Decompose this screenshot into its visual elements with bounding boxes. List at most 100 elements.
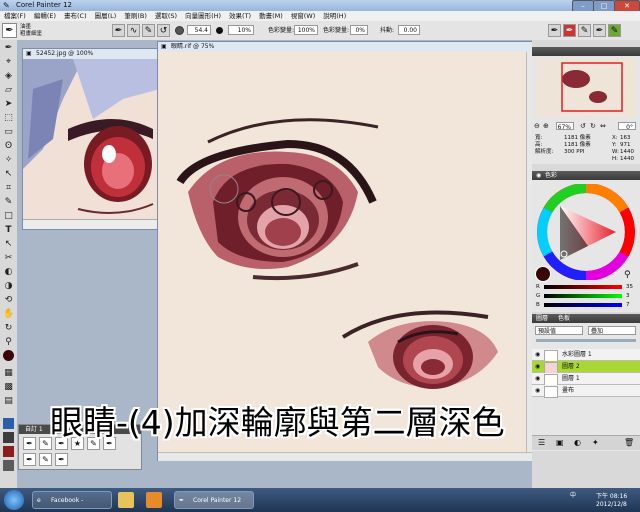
drawing-canvas[interactable] xyxy=(158,52,526,452)
opacity-slider[interactable] xyxy=(536,339,636,342)
scissors-icon[interactable]: ✂ xyxy=(3,253,14,264)
b-value[interactable]: 7 xyxy=(626,302,630,308)
eraser-icon[interactable]: ▱ xyxy=(3,85,14,96)
transform-icon[interactable]: ⬚ xyxy=(3,113,14,124)
grabber-icon[interactable]: ✋ xyxy=(3,309,14,320)
quick-brush-3-icon[interactable]: ✎ xyxy=(578,24,591,37)
weaving-selector-icon[interactable] xyxy=(3,446,14,457)
reference-scrollbar[interactable] xyxy=(23,219,160,229)
pen-icon[interactable]: ✎ xyxy=(142,24,155,37)
color-panel-header[interactable]: ◉ 色彩 xyxy=(532,171,640,180)
layer-adjuster-icon[interactable]: ➤ xyxy=(3,99,14,110)
b-slider[interactable] xyxy=(544,303,622,307)
color-variability-field[interactable]: 100% xyxy=(294,25,318,35)
flip-icon[interactable]: ⇔ xyxy=(600,122,606,130)
pattern-selector-icon[interactable]: ▩ xyxy=(3,382,14,393)
menu-select[interactable]: 選取(S) xyxy=(151,11,181,21)
task-facebook[interactable]: e Facebook - xyxy=(32,491,112,509)
brush-tool-icon[interactable]: ✒ xyxy=(3,43,14,54)
image-hose-icon[interactable] xyxy=(3,460,14,471)
brush-preset-9-icon[interactable]: ✒ xyxy=(55,453,68,466)
magnifier-icon[interactable]: ⚲ xyxy=(3,337,14,348)
quick-brush-5-icon[interactable]: ✎ xyxy=(608,24,621,37)
rotate-right-icon[interactable]: ↻ xyxy=(590,122,596,130)
color-wheel[interactable] xyxy=(536,184,636,280)
delete-layer-icon[interactable]: 🗑 xyxy=(624,438,634,447)
menu-layers[interactable]: 圖層(L) xyxy=(91,11,121,21)
quick-brush-1-icon[interactable]: ✒ xyxy=(548,24,561,37)
r-slider[interactable] xyxy=(544,285,622,289)
opacity-field[interactable]: 10% xyxy=(228,25,254,35)
menu-window[interactable]: 視窗(W) xyxy=(287,11,320,21)
layer-row[interactable]: ◉ 畫布 xyxy=(532,385,640,398)
canvas-window-header[interactable]: ▣ 眼睛.rif @ 75% xyxy=(158,42,533,52)
navigator-header[interactable] xyxy=(532,47,640,56)
jitter-field[interactable]: 0.00 xyxy=(398,25,420,35)
quick-brush-2-icon[interactable]: ✒ xyxy=(563,24,576,37)
menu-movie[interactable]: 動畫(M) xyxy=(255,11,287,21)
angle-field[interactable]: 0° xyxy=(618,122,636,131)
brush-icon[interactable]: ✒ xyxy=(2,23,17,38)
zoom-in-icon[interactable]: ⊕ xyxy=(543,122,549,130)
brush-preset-7-icon[interactable]: ✒ xyxy=(23,453,36,466)
eye-icon[interactable]: ◉ xyxy=(535,373,540,385)
eye-icon[interactable]: ◉ xyxy=(535,361,540,373)
composite-method-select[interactable]: 預設值 xyxy=(535,326,583,335)
layer-row[interactable]: ◉ 水彩圖層 1 xyxy=(532,349,640,362)
paper-selector-icon[interactable]: ▦ xyxy=(3,368,14,379)
brush-variant-label[interactable]: 粗畫細塗 xyxy=(20,31,42,37)
eyedropper-icon[interactable]: ⌖ xyxy=(3,57,14,68)
g-value[interactable]: 3 xyxy=(626,293,630,299)
main-color-swatch[interactable] xyxy=(3,350,14,361)
magic-wand-icon[interactable]: ✧ xyxy=(3,155,14,166)
task-painter[interactable]: ✒ Corel Painter 12 xyxy=(174,491,254,509)
crop-icon[interactable]: ⌗ xyxy=(3,183,14,194)
reset-icon[interactable]: ↺ xyxy=(157,24,170,37)
text-tool-icon[interactable]: T xyxy=(3,225,14,236)
brush-tool-icon[interactable]: ✒ xyxy=(112,24,125,37)
burn-icon[interactable]: ◑ xyxy=(3,281,14,292)
menu-effects[interactable]: 效果(T) xyxy=(225,11,255,21)
lasso-icon[interactable]: ʘ xyxy=(3,141,14,152)
gradient-selector-icon[interactable]: ▤ xyxy=(3,396,14,407)
zoom-out-icon[interactable]: ⊖ xyxy=(534,122,540,130)
tab-layers[interactable]: 圖層 xyxy=(536,314,548,323)
zoom-field[interactable]: 67% xyxy=(556,122,574,131)
eye-icon[interactable]: ◉ xyxy=(535,385,540,397)
rotate-left-icon[interactable]: ↺ xyxy=(580,122,586,130)
r-value[interactable]: 35 xyxy=(626,284,633,290)
layer-row-selected[interactable]: ◉ 圖層 2 xyxy=(532,361,640,374)
eye-icon[interactable]: ◉ xyxy=(535,349,540,361)
blend-mode-select[interactable]: 疊加 xyxy=(588,326,636,335)
pen-tool-icon[interactable]: ✎ xyxy=(3,197,14,208)
mask-icon[interactable]: ◐ xyxy=(574,438,581,447)
folder-icon[interactable] xyxy=(118,492,134,508)
tab-channels[interactable]: 色板 xyxy=(558,314,570,323)
shape-selection-icon[interactable]: ↖ xyxy=(3,239,14,250)
menu-edit[interactable]: 編輯(E) xyxy=(30,11,60,21)
selection-adjuster-icon[interactable]: ↖ xyxy=(3,169,14,180)
nozzle-selector-icon[interactable] xyxy=(3,418,14,429)
start-button[interactable] xyxy=(4,490,24,510)
rotate-icon[interactable]: ↻ xyxy=(3,323,14,334)
menu-file[interactable]: 檔案(F) xyxy=(0,11,30,21)
canvas-horizontal-scrollbar[interactable] xyxy=(158,452,533,461)
dynamic-plugin-icon[interactable]: ✦ xyxy=(592,438,599,447)
dodge-icon[interactable]: ◐ xyxy=(3,267,14,278)
reference-window-header[interactable]: ▣ 52452.jpg @ 100% xyxy=(23,49,160,59)
color-variability2-field[interactable]: 0% xyxy=(350,25,368,35)
brush-preset-8-icon[interactable]: ✎ xyxy=(39,453,52,466)
mirror-icon[interactable]: ⟲ xyxy=(3,295,14,306)
menu-canvas[interactable]: 畫布(C) xyxy=(60,11,91,21)
g-slider[interactable] xyxy=(544,294,622,298)
quick-brush-4-icon[interactable]: ✒ xyxy=(593,24,606,37)
media-player-icon[interactable] xyxy=(146,492,162,508)
menu-brushes[interactable]: 筆刷(B) xyxy=(120,11,151,21)
new-layer-icon[interactable]: ▣ xyxy=(556,438,564,447)
paint-bucket-icon[interactable]: ◈ xyxy=(3,71,14,82)
stroke-icon[interactable]: ∿ xyxy=(127,24,140,37)
look-selector-icon[interactable] xyxy=(3,432,14,443)
layer-row[interactable]: ◉ 圖層 1 xyxy=(532,373,640,386)
navigator-preview[interactable] xyxy=(536,59,636,117)
input-language[interactable]: 中 xyxy=(570,490,576,499)
